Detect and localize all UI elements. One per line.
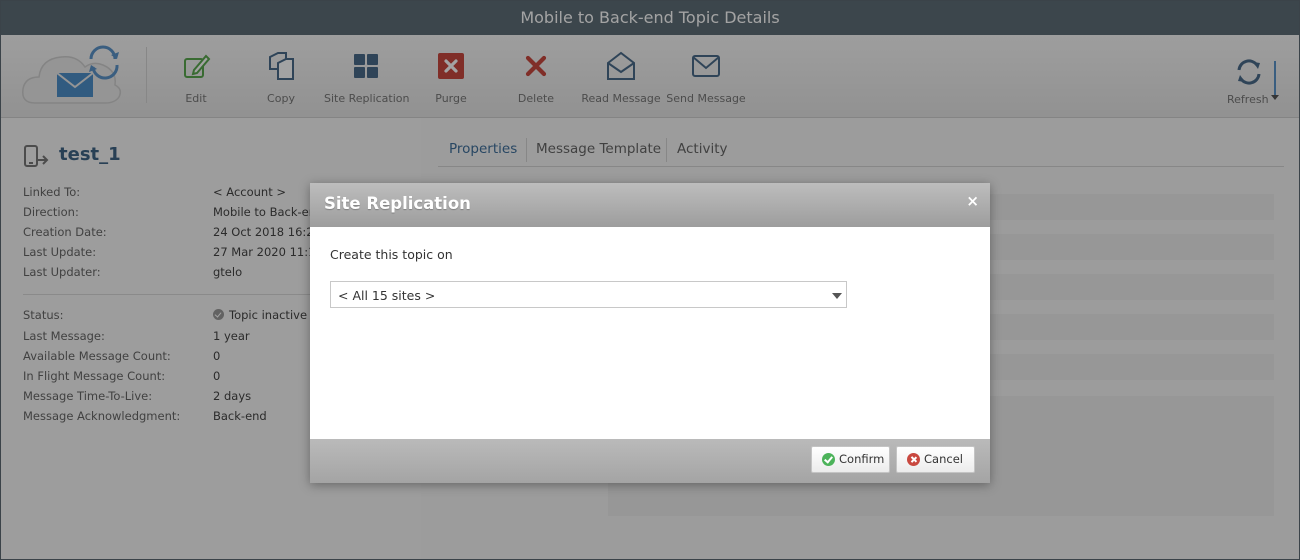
cancel-label: Cancel (924, 452, 963, 466)
cancel-x-icon (907, 453, 920, 466)
dialog-body: Create this topic on < All 15 sites > (310, 227, 990, 439)
sites-select[interactable]: < All 15 sites > (330, 281, 847, 308)
check-icon (822, 453, 835, 466)
cancel-button[interactable]: Cancel (896, 446, 975, 473)
dialog-title: Site Replication (324, 194, 471, 213)
sites-select-value: < All 15 sites > (338, 288, 436, 303)
chevron-down-icon[interactable] (832, 293, 842, 299)
confirm-button[interactable]: Confirm (811, 446, 890, 473)
site-replication-dialog: Site Replication × Create this topic on … (310, 183, 990, 483)
confirm-label: Confirm (839, 452, 885, 466)
dialog-header: Site Replication × (310, 183, 990, 227)
create-topic-label: Create this topic on (330, 247, 453, 262)
dialog-footer: Confirm Cancel (310, 439, 990, 483)
close-icon[interactable]: × (966, 192, 979, 210)
